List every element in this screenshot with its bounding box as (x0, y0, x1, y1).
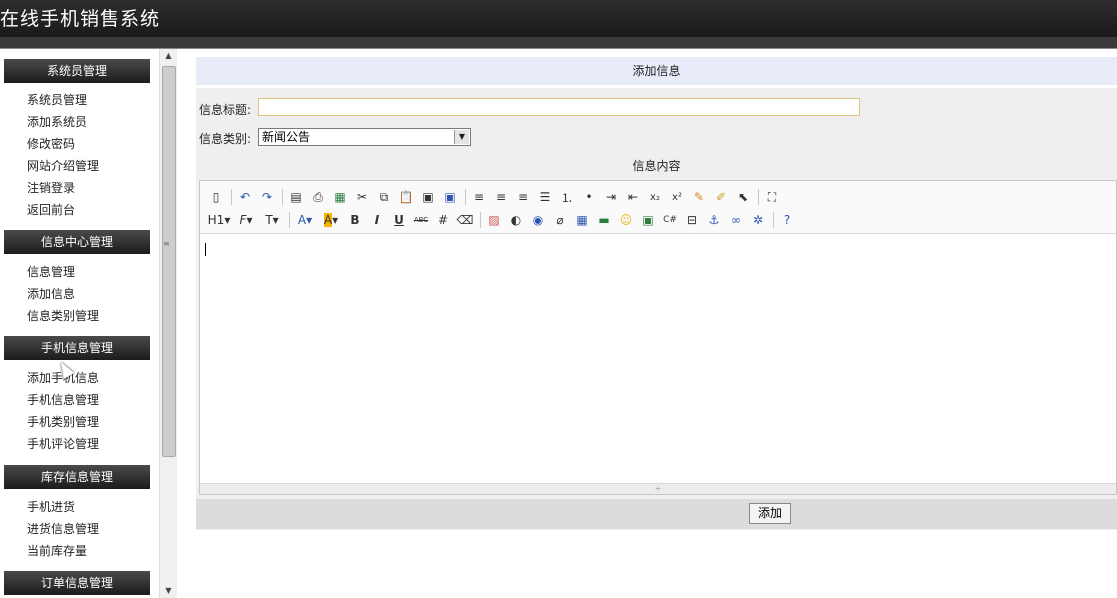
section-head-stock[interactable]: 库存信息管理 (4, 465, 150, 489)
scroll-grip-icon: ≡ (163, 239, 170, 248)
pagebreak-icon[interactable]: ⊟ (682, 210, 702, 230)
font-family-dropdown[interactable]: F ▾ (234, 210, 258, 230)
sidebar-item-admin-manage[interactable]: 系统员管理 (27, 91, 87, 108)
indent-icon[interactable]: ⇥ (601, 187, 621, 207)
subscript-icon[interactable]: x₂ (645, 187, 665, 207)
sidebar-item-info-manage[interactable]: 信息管理 (27, 263, 75, 280)
media-icon[interactable]: ◉ (528, 210, 548, 230)
redo-icon[interactable]: ↷ (257, 187, 277, 207)
sidebar-item-logout[interactable]: 注销登录 (27, 179, 75, 196)
scroll-down-icon[interactable]: ▼ (160, 584, 177, 598)
bold-button[interactable]: B (345, 210, 365, 230)
horizontal-rule-icon[interactable]: ▬ (594, 210, 614, 230)
select-all-icon[interactable]: ✐ (711, 187, 731, 207)
select-icon[interactable]: ⬉ (733, 187, 753, 207)
unlink-icon[interactable]: ✲ (748, 210, 768, 230)
font-size-dropdown[interactable]: T ▾ (260, 210, 284, 230)
code-icon[interactable]: C# (660, 210, 680, 230)
toolbar-row-1: ▯ ↶ ↷ ▤ ⎙ ▦ ✂ ⧉ 📋 ▣ ▣ ≡ ≡ ≡ ☰ ⒈ • ⇥ ⇤ x₂… (206, 186, 784, 208)
sidebar-item-add-info[interactable]: 添加信息 (27, 285, 75, 302)
preview-icon[interactable]: ▤ (286, 187, 306, 207)
table-icon[interactable]: ▦ (572, 210, 592, 230)
source-icon[interactable]: ▯ (206, 187, 226, 207)
text-caret (205, 243, 206, 256)
scroll-up-icon[interactable]: ▲ (160, 49, 177, 63)
template-icon[interactable]: ▦ (330, 187, 350, 207)
align-justify-icon[interactable]: ☰ (535, 187, 555, 207)
section-head-info[interactable]: 信息中心管理 (4, 230, 150, 254)
sidebar-item-phone-comment[interactable]: 手机评论管理 (27, 435, 99, 452)
section-head-order[interactable]: 订单信息管理 (4, 571, 150, 595)
sidebar-item-phone-category[interactable]: 手机类别管理 (27, 413, 99, 430)
editor-content-area[interactable] (200, 234, 1116, 484)
toolbar-row-2: H1 ▾ F ▾ T ▾ A ▾ A ▾ B I U ABC # ⌫ ▨ ◐ ◉ ⌀ ▦ … (206, 209, 799, 231)
table-grid-icon[interactable]: # (433, 210, 453, 230)
sidebar-item-frontend[interactable]: 返回前台 (27, 201, 75, 218)
map-icon[interactable]: ▣ (638, 210, 658, 230)
undo-icon[interactable]: ↶ (235, 187, 255, 207)
category-select[interactable]: 新闻公告 ▼ (258, 128, 471, 146)
outdent-icon[interactable]: ⇤ (623, 187, 643, 207)
editor-toolbar: ▯ ↶ ↷ ▤ ⎙ ▦ ✂ ⧉ 📋 ▣ ▣ ≡ ≡ ≡ ☰ ⒈ • ⇥ ⇤ x₂… (200, 181, 1116, 234)
add-button[interactable]: 添加 (749, 503, 791, 524)
eraser-icon[interactable]: ⌫ (455, 210, 475, 230)
app-title: 在线手机销售系统 (0, 8, 161, 30)
ordered-list-icon[interactable]: ⒈ (557, 187, 577, 207)
title-label: 信息标题: (199, 103, 252, 117)
button-bar (196, 499, 1117, 529)
align-center-icon[interactable]: ≡ (491, 187, 511, 207)
content-label: 信息内容 (632, 159, 681, 173)
paste-icon[interactable]: 📋 (396, 187, 416, 207)
sidebar-item-restock[interactable]: 手机进货 (27, 498, 75, 515)
title-input[interactable] (258, 98, 860, 116)
superscript-icon[interactable]: x² (667, 187, 687, 207)
category-selected-value: 新闻公告 (262, 130, 311, 144)
header-divider (0, 37, 1117, 49)
emoticon-icon[interactable]: ☺ (616, 210, 636, 230)
paste-word-icon[interactable]: ▣ (440, 187, 460, 207)
help-icon[interactable]: ? (777, 210, 797, 230)
rich-text-editor[interactable]: ▯ ↶ ↷ ▤ ⎙ ▦ ✂ ⧉ 📋 ▣ ▣ ≡ ≡ ≡ ☰ ⒈ • ⇥ ⇤ x₂… (199, 180, 1117, 495)
sidebar-scrollbar[interactable]: ▲ ≡ ▼ (159, 49, 177, 598)
scrollbar-thumb[interactable] (162, 66, 176, 457)
panel-title: 添加信息 (196, 57, 1117, 85)
chevron-down-icon[interactable]: ▼ (454, 130, 469, 144)
sidebar-item-restock-records[interactable]: 进货信息管理 (27, 520, 99, 537)
sidebar-item-info-category[interactable]: 信息类别管理 (27, 307, 99, 324)
fullscreen-icon[interactable]: ⛶ (762, 187, 782, 207)
unordered-list-icon[interactable]: • (579, 187, 599, 207)
forecolor-dropdown[interactable]: A ▾ (293, 210, 317, 230)
sidebar-item-change-password[interactable]: 修改密码 (27, 135, 75, 152)
align-left-icon[interactable]: ≡ (469, 187, 489, 207)
sidebar: 系统员管理 系统员管理 添加系统员 修改密码 网站介绍管理 注销登录 返回前台 … (0, 49, 158, 598)
sidebar-item-add-admin[interactable]: 添加系统员 (27, 113, 87, 130)
hilitecolor-dropdown[interactable]: A ▾ (319, 210, 343, 230)
attachment-icon[interactable]: ⌀ (550, 210, 570, 230)
flash-icon[interactable]: ◐ (506, 210, 526, 230)
strikethrough-button[interactable]: ABC (411, 210, 431, 230)
category-label: 信息类别: (199, 132, 252, 146)
section-head-phone[interactable]: 手机信息管理 (4, 336, 150, 360)
copy-icon[interactable]: ⧉ (374, 187, 394, 207)
cut-icon[interactable]: ✂ (352, 187, 372, 207)
sidebar-item-site-intro[interactable]: 网站介绍管理 (27, 157, 99, 174)
sidebar-item-current-stock[interactable]: 当前库存量 (27, 542, 87, 559)
editor-resize-handle[interactable]: ÷ (200, 483, 1116, 494)
heading-dropdown[interactable]: H1 ▾ (206, 210, 232, 230)
section-head-admin[interactable]: 系统员管理 (4, 59, 150, 83)
underline-button[interactable]: U (389, 210, 409, 230)
image-icon[interactable]: ▨ (484, 210, 504, 230)
link-icon[interactable]: ∞ (726, 210, 746, 230)
clear-format-icon[interactable]: ✎ (689, 187, 709, 207)
anchor-icon[interactable]: ⚓ (704, 210, 724, 230)
italic-button[interactable]: I (367, 210, 387, 230)
paste-text-icon[interactable]: ▣ (418, 187, 438, 207)
print-icon[interactable]: ⎙ (308, 187, 328, 207)
sidebar-item-phone-manage[interactable]: 手机信息管理 (27, 391, 99, 408)
align-right-icon[interactable]: ≡ (513, 187, 533, 207)
app-header: 在线手机销售系统 (0, 0, 1117, 37)
